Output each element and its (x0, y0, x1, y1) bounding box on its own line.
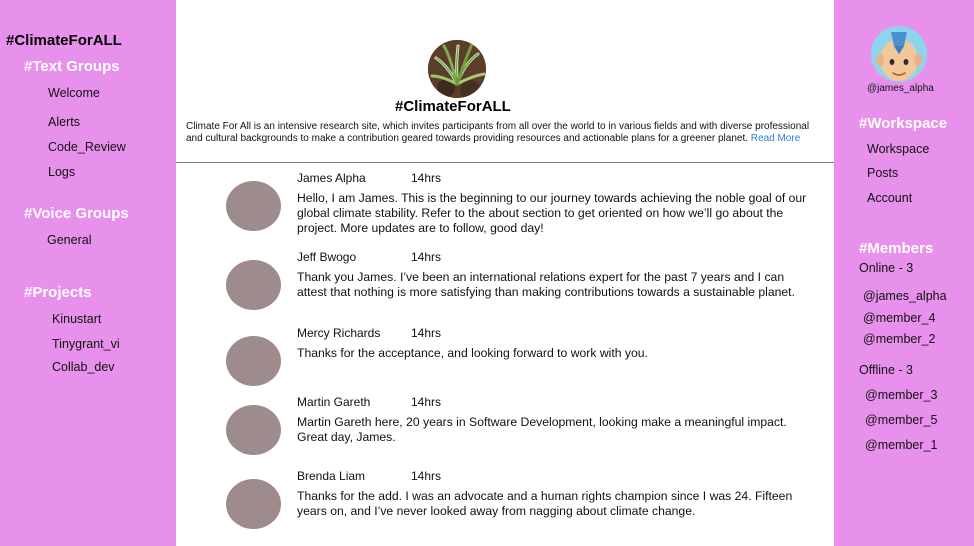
message-timestamp: 14hrs (411, 469, 442, 483)
channel-title: #ClimateForALL (395, 98, 511, 115)
message-timestamp: 14hrs (411, 250, 442, 264)
member-item[interactable]: @member_3 (865, 388, 937, 402)
member-item[interactable]: @james_alpha (863, 289, 947, 303)
project-item-kinustart[interactable]: Kinustart (52, 312, 101, 326)
project-item-collab-dev[interactable]: Collab_dev (52, 360, 115, 374)
workspace-item-account[interactable]: Account (867, 191, 912, 205)
channel-item-logs[interactable]: Logs (48, 165, 75, 179)
read-more-link[interactable]: Read More (751, 133, 800, 144)
project-item-tinygrant-vi[interactable]: Tinygrant_vi (52, 337, 120, 351)
message-text: Hello, I am James. This is the beginning… (297, 191, 807, 235)
member-item[interactable]: @member_4 (863, 311, 935, 325)
spider-plant-icon (428, 40, 486, 98)
members-heading: #Members (859, 240, 934, 257)
message-text: Thanks for the acceptance, and looking f… (297, 346, 648, 360)
member-item[interactable]: @member_2 (863, 332, 935, 346)
message-avatar[interactable] (226, 260, 281, 310)
message-author[interactable]: Jeff Bwogo (297, 250, 356, 264)
workspace-item-workspace[interactable]: Workspace (867, 142, 929, 156)
channel-item-welcome[interactable]: Welcome (48, 86, 100, 100)
message-author[interactable]: James Alpha (297, 171, 366, 185)
header-divider (176, 162, 834, 163)
right-sidebar: @james_alpha #Workspace Workspace Posts … (834, 0, 974, 546)
server-title: #ClimateForALL (6, 32, 122, 49)
message-text: Thanks for the add. I was an advocate an… (297, 489, 793, 518)
offline-count-label: Offline - 3 (859, 363, 913, 377)
message-author[interactable]: Mercy Richards (297, 326, 380, 340)
message-timestamp: 14hrs (411, 395, 442, 409)
text-groups-heading: #Text Groups (24, 58, 120, 75)
channel-description-text: Climate For All is an intensive research… (186, 121, 810, 144)
message-avatar[interactable] (226, 479, 281, 529)
message-author[interactable]: Martin Gareth (297, 395, 370, 409)
message-timestamp: 14hrs (411, 171, 442, 185)
message-text: Thank you James. I’ve been an internatio… (297, 270, 795, 299)
left-sidebar: #ClimateForALL #Text Groups Welcome Aler… (0, 0, 176, 546)
avatar-character-icon[interactable] (871, 26, 927, 82)
message-author[interactable]: Brenda Liam (297, 469, 365, 483)
voice-item-general[interactable]: General (47, 233, 91, 247)
member-item[interactable]: @member_1 (865, 438, 937, 452)
channel-description: Climate For All is an intensive research… (186, 121, 826, 145)
voice-groups-heading: #Voice Groups (24, 205, 129, 222)
message-avatar[interactable] (226, 405, 281, 455)
channel-item-alerts[interactable]: Alerts (48, 115, 80, 129)
message-avatar[interactable] (226, 336, 281, 386)
message-text: Martin Gareth here, 20 years in Software… (297, 415, 787, 444)
main-panel: #ClimateForALL Climate For All is an int… (176, 0, 834, 546)
message-avatar[interactable] (226, 181, 281, 231)
user-handle[interactable]: @james_alpha (867, 83, 934, 94)
projects-heading: #Projects (24, 284, 92, 301)
online-count-label: Online - 3 (859, 261, 914, 275)
message-timestamp: 14hrs (411, 326, 442, 340)
workspace-item-posts[interactable]: Posts (867, 166, 898, 180)
channel-item-code-review[interactable]: Code_Review (48, 140, 126, 154)
workspace-heading: #Workspace (859, 115, 948, 132)
member-item[interactable]: @member_5 (865, 413, 937, 427)
